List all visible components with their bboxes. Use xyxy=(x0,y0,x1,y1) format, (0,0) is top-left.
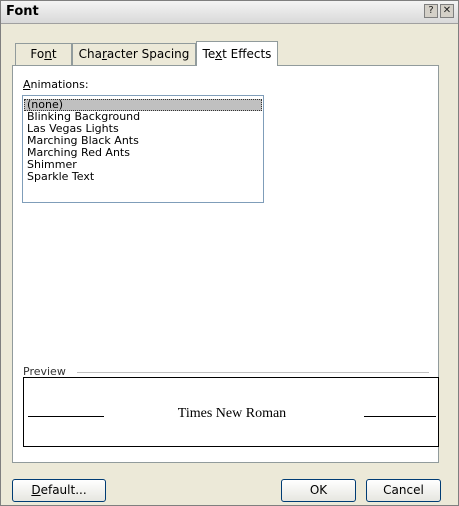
close-button[interactable]: ✕ xyxy=(440,4,454,18)
ok-button[interactable]: OK xyxy=(281,479,356,502)
default-button-label: Default... xyxy=(31,483,87,497)
tab-text-effects-label: Text Effects xyxy=(202,47,272,61)
preview-box: Times New Roman xyxy=(23,377,439,447)
font-dialog: Font ? ✕ Font Character Spacing Text Eff… xyxy=(0,0,459,506)
help-button[interactable]: ? xyxy=(424,4,438,18)
text-effects-panel: Animations: (none) Blinking Background L… xyxy=(12,65,439,463)
tab-text-effects[interactable]: Text Effects xyxy=(196,41,278,66)
animations-label: Animations: xyxy=(23,78,89,91)
preview-line-right xyxy=(364,416,436,417)
preview-sample-text: Times New Roman xyxy=(177,406,287,421)
preview-divider xyxy=(77,372,429,373)
window-title: Font xyxy=(6,4,39,19)
default-button[interactable]: Default... xyxy=(12,479,106,502)
tab-character-spacing[interactable]: Character Spacing xyxy=(72,43,196,65)
list-item[interactable]: Sparkle Text xyxy=(24,171,262,183)
cancel-button[interactable]: Cancel xyxy=(366,479,441,502)
title-bar[interactable]: Font ? ✕ xyxy=(1,1,458,24)
tab-character-spacing-label: Character Spacing xyxy=(78,47,190,61)
animations-listbox[interactable]: (none) Blinking Background Las Vegas Lig… xyxy=(22,95,264,203)
tab-font[interactable]: Font xyxy=(15,43,72,65)
tab-font-label: Font xyxy=(30,47,57,61)
